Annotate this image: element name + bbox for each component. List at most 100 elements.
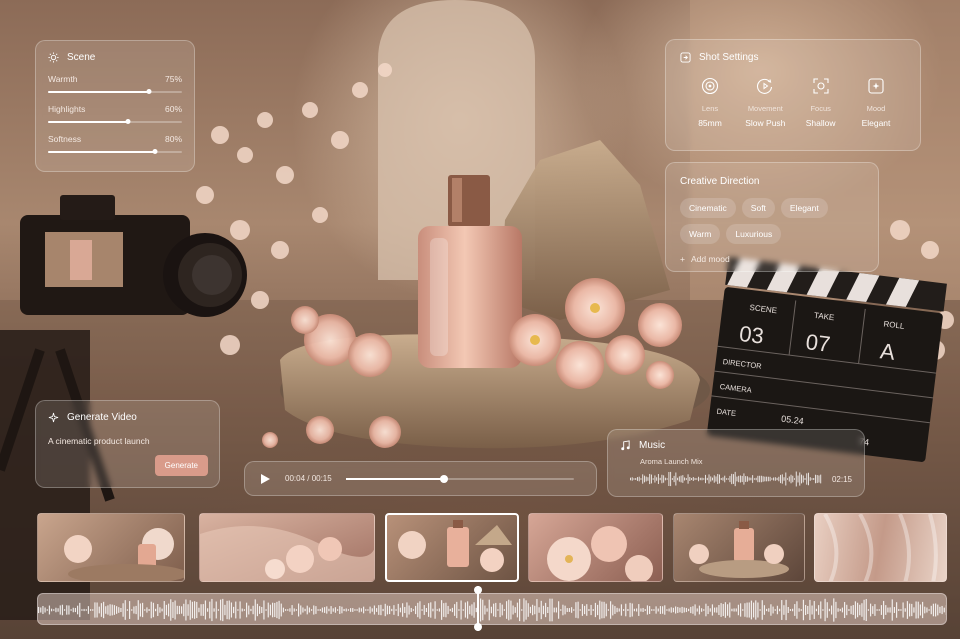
waveform-bar [638, 604, 640, 616]
waveform-bar [363, 606, 365, 614]
waveform-bar [802, 475, 804, 483]
shot-lens[interactable]: Lens 85mm [686, 77, 734, 128]
waveform-bar [880, 605, 883, 615]
waveform-bar [328, 608, 330, 612]
waveform-bar [837, 608, 839, 612]
waveform-bar [122, 603, 124, 617]
music-note-icon [621, 440, 630, 451]
waveform-bar [168, 603, 170, 617]
timeline-frame-3[interactable] [385, 513, 519, 582]
waveform-bar [801, 474, 802, 484]
waveform-bar [734, 471, 736, 487]
shot-focus[interactable]: Focus Shallow [797, 77, 845, 128]
scrubber-thumb[interactable] [439, 474, 448, 483]
waveform-bar [393, 605, 395, 615]
waveform-bar [729, 475, 731, 483]
slider-thumb[interactable] [125, 119, 131, 124]
waveform-bar [926, 607, 928, 613]
timeline-playhead[interactable] [474, 586, 482, 631]
waveform-bar [495, 602, 497, 618]
waveform-bar [332, 608, 334, 612]
waveform-bar [670, 607, 672, 613]
generate-button[interactable]: Generate [154, 455, 208, 476]
waveform-bar [766, 476, 768, 482]
waveform-bar [337, 609, 339, 611]
waveform-bar [675, 606, 677, 614]
waveform-bar [482, 599, 484, 621]
waveform-bar [464, 602, 467, 618]
waveform-bar [510, 600, 512, 620]
waveform-bar [189, 600, 191, 620]
prompt-text[interactable]: A cinematic product launch [48, 436, 207, 446]
waveform-bar [696, 478, 698, 480]
waveform-bar [738, 475, 740, 483]
play-icon[interactable] [259, 473, 271, 485]
slider-track[interactable] [48, 119, 182, 124]
lens-icon [701, 77, 719, 95]
waveform-bar [566, 608, 568, 612]
waveform-bar [250, 608, 252, 612]
waveform-bar [269, 604, 272, 616]
waveform-bar [185, 599, 187, 621]
waveform-bar [662, 606, 664, 614]
timeline-frame-4[interactable] [528, 513, 663, 582]
movement-icon [757, 78, 773, 94]
slider-softness[interactable]: Softness 80% [48, 134, 182, 154]
timeline-frame-5[interactable] [673, 513, 805, 582]
shot-mood[interactable]: Mood Elegant [852, 77, 900, 128]
playback-time: 00:04 / 00:15 [285, 474, 332, 483]
waveform-bar [469, 605, 471, 615]
slider-track[interactable] [48, 89, 182, 94]
audio-timeline-waveform[interactable] [37, 593, 947, 625]
waveform-bar [441, 600, 443, 620]
waveform-bar [757, 475, 759, 483]
waveform-bar [278, 600, 280, 620]
slider-thumb[interactable] [146, 89, 151, 94]
waveform-bar [100, 603, 103, 617]
waveform-bar [592, 609, 594, 611]
waveform-bar [456, 601, 458, 619]
chip-elegant[interactable]: Elegant [780, 198, 828, 218]
waveform-bar [874, 604, 876, 616]
shot-movement[interactable]: Movement Slow Push [741, 77, 789, 128]
slider-highlights[interactable]: Highlights 60% [48, 104, 182, 124]
chip-cinematic[interactable]: Cinematic [680, 198, 736, 218]
add-mood-button[interactable]: + Add mood [680, 254, 864, 264]
waveform-bar [87, 606, 90, 614]
waveform-bar [55, 607, 57, 613]
waveform-bar [911, 603, 913, 617]
playback-scrubber[interactable] [345, 474, 574, 483]
timeline-frame-6[interactable] [814, 513, 947, 582]
waveform-bar [773, 477, 775, 481]
waveform-bar [525, 600, 527, 620]
chip-soft[interactable]: Soft [741, 198, 775, 218]
slider-track[interactable] [48, 149, 182, 154]
waveform-bar [490, 606, 493, 614]
waveform-bar [795, 471, 797, 487]
waveform-bar [902, 602, 904, 618]
waveform-bar [636, 608, 638, 612]
waveform-bar [298, 603, 300, 617]
waveform-bar [109, 604, 111, 616]
waveform-bar [237, 609, 239, 611]
waveform-bar [408, 605, 410, 615]
timeline-frame-2[interactable] [199, 513, 375, 582]
music-waveform[interactable] [630, 471, 822, 487]
chip-luxurious[interactable]: Luxurious [726, 224, 782, 244]
timeline-frame-1[interactable] [37, 513, 185, 582]
waveform-bar [616, 607, 618, 613]
waveform-bar [722, 477, 724, 481]
slider-thumb[interactable] [152, 149, 158, 154]
waveform-bar [681, 606, 683, 614]
waveform-bar [753, 602, 755, 618]
waveform-bar [922, 601, 924, 619]
waveform-bar [792, 608, 794, 612]
waveform-bar [696, 608, 698, 612]
waveform-bar [844, 602, 846, 618]
slider-warmth[interactable]: Warmth 75% [48, 74, 182, 94]
waveform-bar [649, 606, 651, 614]
waveform-bar [663, 475, 665, 483]
chip-warm[interactable]: Warm [680, 224, 721, 244]
waveform-bar [144, 609, 146, 611]
waveform-bar [152, 602, 155, 618]
